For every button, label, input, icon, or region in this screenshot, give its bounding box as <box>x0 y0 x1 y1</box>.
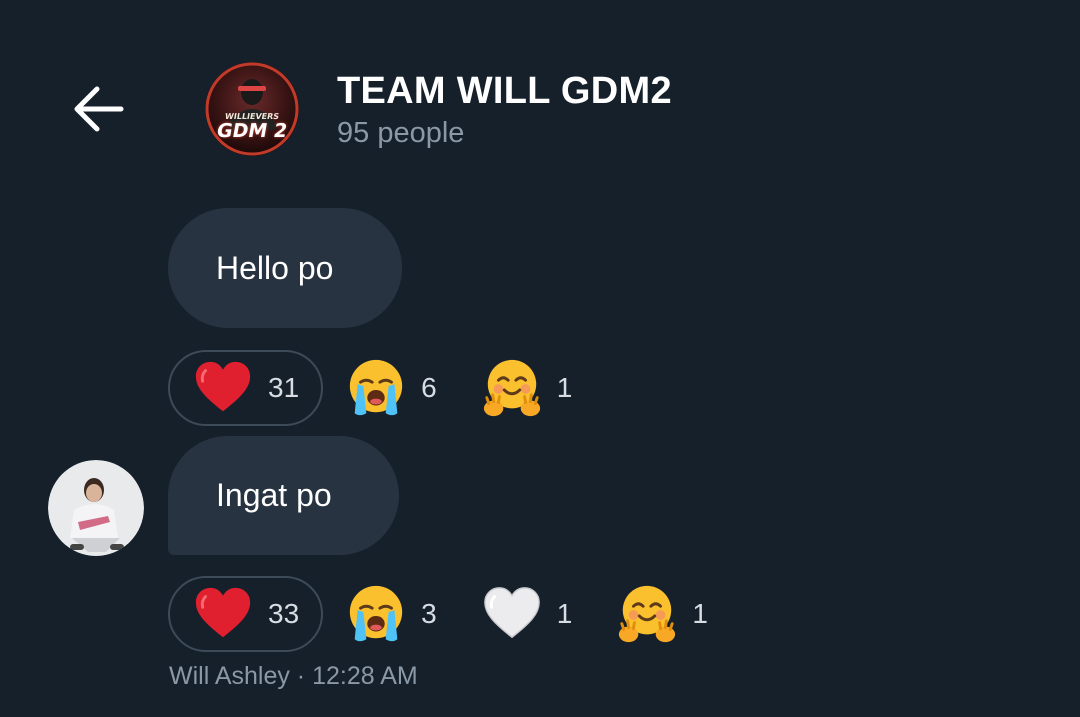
reaction-count: 1 <box>692 598 708 629</box>
reaction-bar: 33 3 1 1 <box>168 576 730 652</box>
reaction-hugging[interactable]: 1 <box>459 350 595 426</box>
reaction-count: 6 <box>421 372 437 403</box>
avatar-badge-big: GDM 2 <box>214 120 289 142</box>
red-heart-icon <box>192 583 254 645</box>
white-heart-icon <box>481 583 543 645</box>
message-text: Ingat po <box>216 477 332 513</box>
hugging-face-icon <box>481 357 543 419</box>
reaction-crying[interactable]: 6 <box>323 350 459 426</box>
reaction-count: 33 <box>268 598 300 629</box>
reaction-count: 31 <box>268 372 300 403</box>
reaction-count: 1 <box>556 598 573 629</box>
group-avatar[interactable]: WILLIEVERS GDM 2 <box>205 62 299 156</box>
reaction-heart[interactable]: 33 <box>168 576 324 652</box>
loudly-crying-face-icon <box>345 583 407 645</box>
message-bubble[interactable]: Ingat po <box>168 436 399 555</box>
reaction-heart[interactable]: 31 <box>168 350 324 426</box>
red-heart-icon <box>192 357 254 419</box>
group-title[interactable]: TEAM WILL GDM2 <box>337 70 672 113</box>
sender-avatar[interactable] <box>48 460 144 556</box>
reaction-hugging[interactable]: 1 <box>594 576 730 652</box>
reaction-count: 1 <box>556 372 573 403</box>
back-button[interactable] <box>60 78 134 140</box>
reaction-bar: 31 6 1 <box>168 350 594 426</box>
message-bubble[interactable]: Hello po <box>168 208 402 328</box>
member-count: 95 people <box>337 117 465 149</box>
hugging-face-icon <box>616 583 678 645</box>
arrow-left-icon <box>74 86 124 132</box>
reaction-white-heart[interactable]: 1 <box>459 576 595 652</box>
reaction-count: 3 <box>421 598 437 629</box>
loudly-crying-face-icon <box>345 357 407 419</box>
message-meta: Will Ashley · 12:28 AM <box>169 662 418 690</box>
reaction-crying[interactable]: 3 <box>323 576 459 652</box>
message-text: Hello po <box>216 249 334 286</box>
